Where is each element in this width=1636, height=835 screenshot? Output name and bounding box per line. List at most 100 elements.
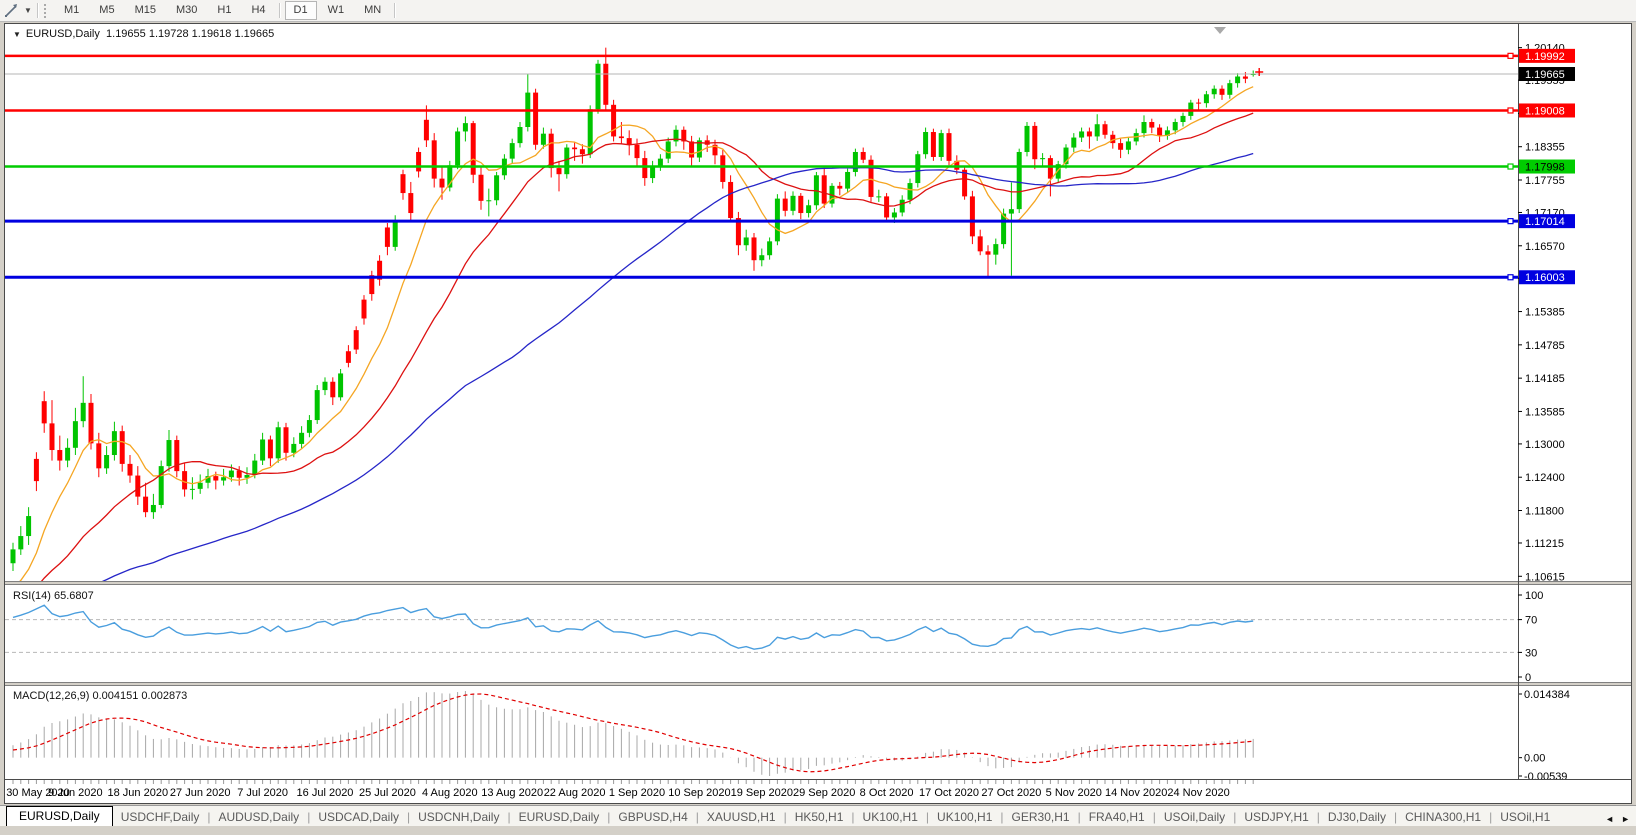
date-tick-label: 24 Nov 2020 bbox=[1167, 787, 1229, 799]
chart-tab-2[interactable]: AUDUSD,Daily bbox=[211, 808, 308, 827]
collapse-triangle-icon[interactable]: ▼ bbox=[13, 30, 21, 39]
time-axis: 30 May 20209 Jun 2020 18 Jun 2020 27 Jun 2… bbox=[6, 780, 1254, 799]
rsi-tick-label: 100 bbox=[1525, 590, 1543, 602]
chart-tab-12[interactable]: FRA40,H1 bbox=[1081, 808, 1153, 827]
toolbar-grip-handle[interactable] bbox=[44, 3, 50, 18]
price-tick-label: 1.13585 bbox=[1525, 406, 1565, 418]
chart-shift-marker-icon[interactable] bbox=[1214, 27, 1226, 34]
price-tick-label: 1.17755 bbox=[1525, 175, 1565, 187]
chart-tab-13[interactable]: USOil,Daily bbox=[1156, 808, 1233, 827]
timeframe-button-h1[interactable]: H1 bbox=[208, 1, 240, 20]
chart-tab-3[interactable]: USDCAD,Daily bbox=[310, 808, 407, 827]
date-tick-label: 22 Aug 2020 bbox=[544, 787, 606, 799]
timeframe-button-h4[interactable]: H4 bbox=[242, 1, 274, 20]
hline-handle[interactable] bbox=[1507, 52, 1514, 59]
price-badge-1.16003: 1.16003 bbox=[1519, 270, 1575, 285]
date-tick-label: 1 Sep 2020 bbox=[609, 787, 665, 799]
chart-tab-1[interactable]: USDCHF,Daily bbox=[113, 808, 208, 827]
rsi-tick-label: 0 bbox=[1525, 672, 1531, 684]
macd-axis: 0.014384 0.00 -0.00539 bbox=[1518, 689, 1570, 783]
chart-tab-8[interactable]: HK50,H1 bbox=[787, 808, 852, 827]
price-badge-1.19665: 1.19665 bbox=[1519, 67, 1575, 82]
toolbar-separator bbox=[37, 3, 39, 18]
price-tick-label: 1.11215 bbox=[1525, 538, 1564, 550]
chart-symbol-label: EURUSD,Daily bbox=[25, 28, 100, 40]
date-tick-label: 19 Sep 2020 bbox=[731, 787, 793, 799]
rsi-tick-label: 30 bbox=[1525, 647, 1537, 659]
ma-55-line bbox=[101, 152, 1254, 581]
chart-tab-7[interactable]: XAUUSD,H1 bbox=[699, 808, 784, 827]
status-strip bbox=[0, 826, 1636, 835]
chart-tab-5[interactable]: EURUSD,Daily bbox=[511, 808, 608, 827]
timeframe-button-mn[interactable]: MN bbox=[355, 1, 390, 20]
line-study-tool-icon[interactable] bbox=[0, 2, 22, 19]
timeframe-button-m5[interactable]: M5 bbox=[90, 1, 123, 20]
price-tick-label: 1.14185 bbox=[1525, 373, 1565, 385]
chart-tab-17[interactable]: USOil,H1 bbox=[1492, 808, 1558, 827]
chart-tab-14[interactable]: USDJPY,H1 bbox=[1236, 808, 1316, 827]
date-tick-label: 16 Jul 2020 bbox=[297, 787, 354, 799]
timeframe-toolbar: ▼ M1 M5 M15 M30 H1 H4 D1 W1 MN bbox=[0, 0, 1636, 22]
date-tick-label: 9 Jun 2020 bbox=[48, 787, 102, 799]
price-badge-1.17998: 1.17998 bbox=[1519, 159, 1575, 174]
date-tick-label: 7 Jul 2020 bbox=[237, 787, 288, 799]
date-tick-label: 27 Oct 2020 bbox=[981, 787, 1041, 799]
rsi-name: RSI(14) bbox=[13, 590, 51, 602]
rsi-tick-label: 70 bbox=[1525, 615, 1537, 627]
macd-panel bbox=[12, 691, 1254, 776]
svg-text:1.17014: 1.17014 bbox=[1525, 216, 1565, 228]
svg-text:0.00: 0.00 bbox=[1524, 753, 1545, 765]
tab-scroll-left-icon[interactable]: ◄ bbox=[1605, 814, 1614, 824]
rsi-value: 65.6807 bbox=[53, 590, 94, 602]
chart-tab-9[interactable]: UK100,H1 bbox=[855, 808, 926, 827]
timeframe-button-m30[interactable]: M30 bbox=[167, 1, 206, 20]
svg-text:-0.00539: -0.00539 bbox=[1524, 771, 1567, 783]
date-tick-label: 8 Oct 2020 bbox=[860, 787, 914, 799]
price-badge-1.17014: 1.17014 bbox=[1519, 214, 1575, 229]
price-tick-label: 1.16570 bbox=[1525, 241, 1565, 253]
macd-name: MACD(12,26,9) bbox=[13, 690, 90, 702]
price-tick-label: 1.11800 bbox=[1525, 506, 1564, 518]
timeframe-button-w1[interactable]: W1 bbox=[319, 1, 354, 20]
price-tick-label: 1.13000 bbox=[1525, 439, 1565, 451]
hline-handle[interactable] bbox=[1507, 107, 1514, 114]
rsi-indicator-label: RSI(14) 65.6807 bbox=[13, 590, 94, 602]
chart-tab-6[interactable]: GBPUSD,H4 bbox=[610, 808, 695, 827]
price-tick-label: 1.10615 bbox=[1525, 571, 1565, 583]
chart-tab-15[interactable]: DJ30,Daily bbox=[1320, 808, 1394, 827]
chart-quote-ohlc: 1.19655 1.19728 1.19618 1.19665 bbox=[106, 28, 275, 40]
hline-handle[interactable] bbox=[1507, 163, 1514, 170]
dropdown-arrow-icon[interactable]: ▼ bbox=[22, 6, 34, 15]
horizontal-lines-layer bbox=[5, 52, 1518, 281]
tab-scroll-right-icon[interactable]: ► bbox=[1621, 814, 1630, 824]
date-tick-label: 27 Jun 2020 bbox=[170, 787, 231, 799]
svg-text:1.19992: 1.19992 bbox=[1525, 51, 1565, 63]
hline-handle[interactable] bbox=[1507, 274, 1514, 281]
toolbar-separator bbox=[394, 3, 397, 18]
price-axis: 1.201401.195551.189551.183551.177551.171… bbox=[1518, 24, 1565, 779]
svg-text:1.17998: 1.17998 bbox=[1525, 162, 1565, 174]
date-tick-label: 25 Jul 2020 bbox=[359, 787, 416, 799]
last-price-marker-icon bbox=[1255, 68, 1264, 77]
chart-tab-10[interactable]: UK100,H1 bbox=[929, 808, 1000, 827]
ma-21-line bbox=[40, 112, 1254, 581]
main-plot-layer bbox=[10, 47, 1256, 581]
chart-canvas[interactable]: 0.0143840.00-0.0053930 May 20209 Jun 202… bbox=[5, 24, 1631, 803]
timeframe-button-m1[interactable]: M1 bbox=[55, 1, 88, 20]
rsi-panel bbox=[5, 604, 1518, 653]
hline-handle[interactable] bbox=[1507, 218, 1514, 225]
date-tick-label: 29 Sep 2020 bbox=[793, 787, 855, 799]
svg-text:1.19008: 1.19008 bbox=[1525, 105, 1565, 117]
chart-tab-0[interactable]: EURUSD,Daily bbox=[6, 806, 113, 827]
chart-tab-11[interactable]: GER30,H1 bbox=[1004, 808, 1078, 827]
price-badge-1.19008: 1.19008 bbox=[1519, 103, 1575, 118]
chart-tab-bar: EURUSD,Daily USDCHF,Daily | AUDUSD,Daily | US… bbox=[0, 805, 1636, 827]
date-tick-label: 13 Aug 2020 bbox=[481, 787, 543, 799]
chart-tab-16[interactable]: CHINA300,H1 bbox=[1397, 808, 1489, 827]
timeframe-button-m15[interactable]: M15 bbox=[126, 1, 165, 20]
chart-title: ▼ EURUSD,Daily 1.19655 1.19728 1.19618 1.… bbox=[13, 28, 274, 40]
timeframe-button-d1[interactable]: D1 bbox=[284, 1, 317, 20]
macd-values: 0.004151 0.002873 bbox=[92, 690, 188, 702]
toolbar-separator bbox=[278, 3, 281, 18]
chart-tab-4[interactable]: USDCNH,Daily bbox=[410, 808, 507, 827]
